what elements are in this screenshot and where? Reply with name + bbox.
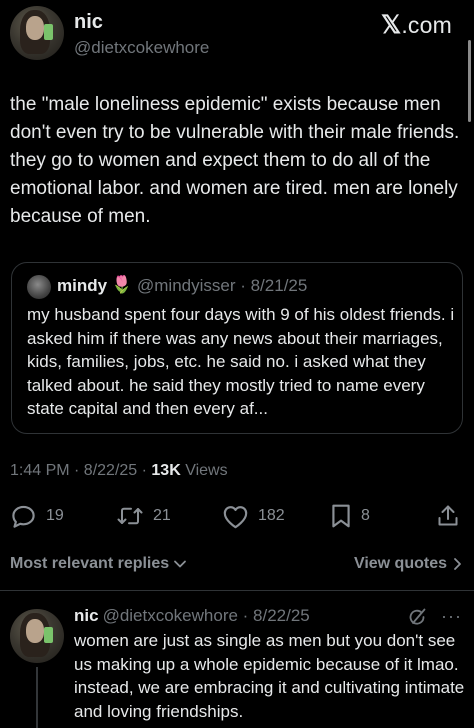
author-display-name[interactable]: nic bbox=[74, 11, 103, 34]
views-label: Views bbox=[180, 462, 228, 479]
like-button[interactable]: 182 bbox=[222, 500, 285, 532]
reply-button[interactable]: 19 bbox=[10, 500, 64, 532]
view-quotes-link[interactable]: View quotes bbox=[354, 555, 462, 573]
author-avatar[interactable] bbox=[10, 6, 64, 60]
bookmark-count: 8 bbox=[361, 507, 370, 524]
share-button[interactable] bbox=[437, 500, 459, 532]
quoted-post-text: my husband spent four days with 9 of his… bbox=[27, 305, 455, 418]
like-icon bbox=[223, 505, 248, 528]
repost-button[interactable]: 21 bbox=[116, 500, 171, 532]
quoted-post[interactable]: mindy 🌷 @mindyisser · 8/21/25 my husband… bbox=[11, 262, 463, 434]
divider bbox=[0, 590, 474, 591]
replies-header: Most relevant replies View quotes bbox=[10, 555, 462, 577]
quoted-author-meta: @mindyisser · 8/21/25 bbox=[137, 276, 308, 295]
reply-text: women are just as single as men but you … bbox=[74, 631, 465, 721]
repost-icon bbox=[117, 507, 143, 525]
author-handle[interactable]: @dietxcokewhore bbox=[74, 38, 209, 58]
views-count: 13K bbox=[151, 462, 181, 479]
reply-icon bbox=[12, 505, 35, 528]
x-com-logo: 𝕏.com bbox=[381, 11, 452, 39]
thread-line bbox=[36, 667, 38, 728]
action-bar: 19 21 182 8 bbox=[0, 500, 474, 532]
bookmark-button[interactable]: 8 bbox=[330, 500, 370, 532]
view-quotes-label: View quotes bbox=[353, 555, 447, 572]
more-icon[interactable]: ··· bbox=[441, 606, 462, 627]
reply-icons: ··· bbox=[407, 606, 462, 627]
chevron-down-icon bbox=[174, 560, 187, 568]
post-timestamp-row: 1:44 PM · 8/22/25 · 13K Views bbox=[10, 462, 228, 480]
like-count: 182 bbox=[258, 507, 285, 524]
quoted-author-avatar bbox=[27, 275, 51, 299]
tulip-emoji: 🌷 bbox=[111, 275, 133, 294]
repost-count: 21 bbox=[153, 507, 171, 524]
post-timestamp[interactable]: 1:44 PM · 8/22/25 · bbox=[10, 462, 151, 479]
post-screenshot: nic @dietxcokewhore 𝕏.com the "male lone… bbox=[0, 0, 474, 728]
reply-header: nic @dietxcokewhore · 8/22/25 bbox=[74, 606, 310, 626]
bookmark-icon bbox=[332, 504, 350, 528]
share-icon bbox=[438, 505, 458, 526]
reply-author-meta[interactable]: @dietxcokewhore · 8/22/25 bbox=[103, 606, 310, 625]
grok-icon[interactable] bbox=[407, 607, 427, 627]
reply-sort-label: Most relevant replies bbox=[10, 555, 170, 572]
post-text: the "male loneliness epidemic" exists be… bbox=[10, 94, 460, 227]
post-header: nic @dietxcokewhore 𝕏.com bbox=[10, 6, 470, 64]
reply-author-avatar[interactable] bbox=[10, 609, 64, 663]
quoted-author-name: mindy bbox=[57, 276, 108, 295]
reply-count: 19 bbox=[46, 507, 64, 524]
reply-sort-dropdown[interactable]: Most relevant replies bbox=[10, 555, 187, 573]
chevron-right-icon bbox=[454, 558, 461, 570]
reply-author-name[interactable]: nic bbox=[74, 606, 99, 625]
